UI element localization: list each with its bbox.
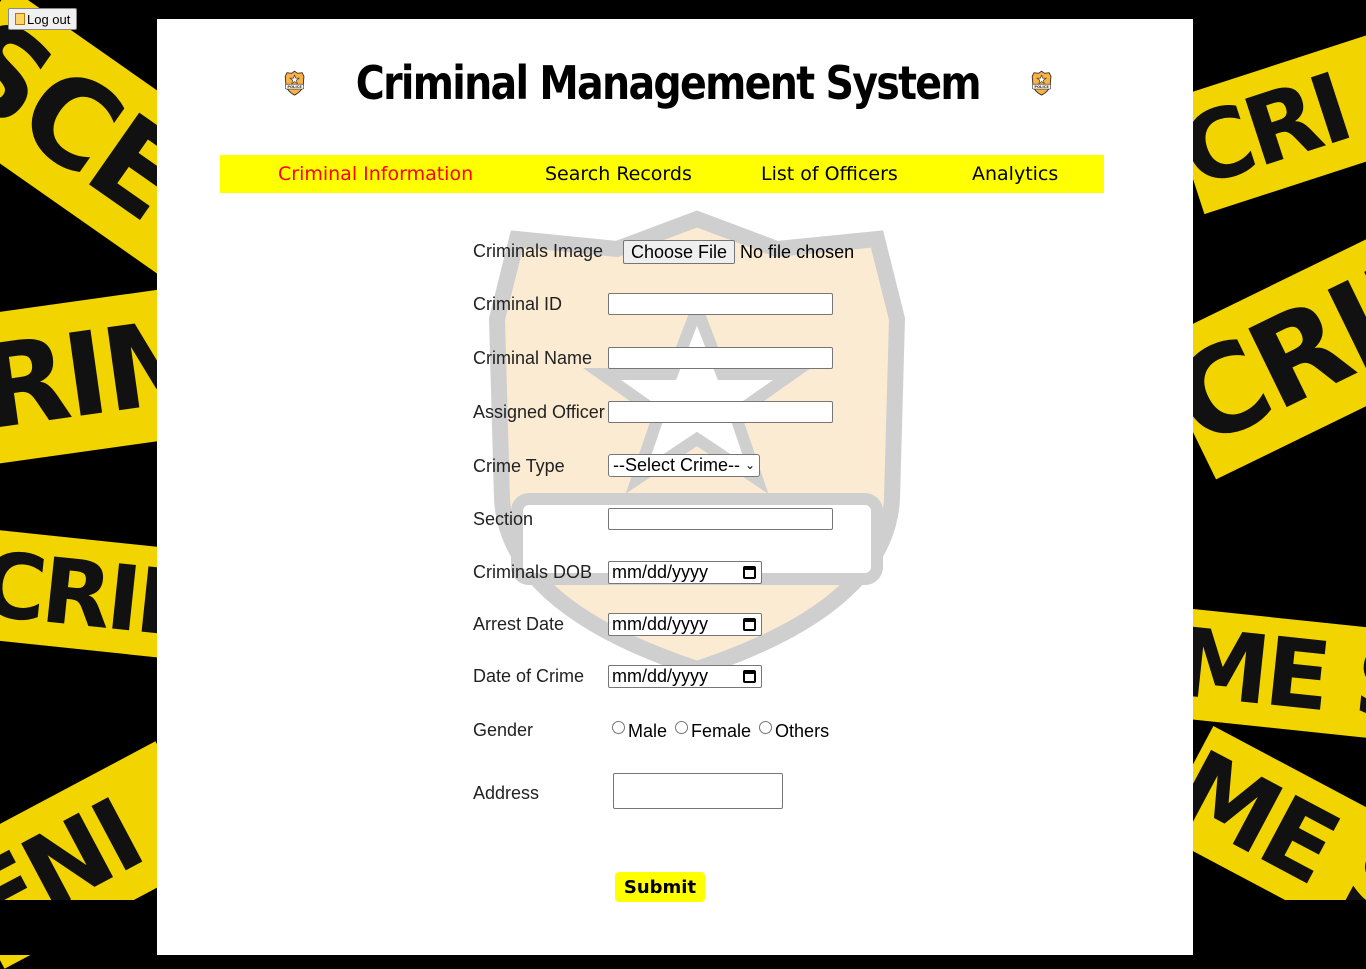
gender-male-option[interactable]: Male <box>612 721 667 742</box>
label-assigned-officer: Assigned Officer <box>473 402 605 422</box>
label-address: Address <box>473 783 540 803</box>
criminal-name-input[interactable] <box>608 347 833 369</box>
police-badge-watermark-icon <box>488 210 906 678</box>
logout-icon <box>15 13 25 25</box>
radio-button[interactable] <box>612 721 625 734</box>
chevron-down-icon: ⌄ <box>744 458 755 472</box>
label-date-of-crime: Date of Crime <box>473 666 585 686</box>
date-placeholder: mm/dd/yyyy <box>612 562 709 582</box>
nav-analytics[interactable]: Analytics <box>972 163 1058 185</box>
radio-button[interactable] <box>675 721 689 734</box>
criminal-image-file-input[interactable]: Choose File No file chosen <box>623 240 854 264</box>
assigned-officer-input[interactable] <box>608 401 833 423</box>
date-of-crime-input[interactable]: mm/dd/yyyy <box>608 665 762 688</box>
radio-button[interactable] <box>759 721 773 734</box>
svg-text:POLICE: POLICE <box>1034 85 1049 89</box>
label-crime-type: Crime Type <box>473 456 565 476</box>
submit-button[interactable]: Submit <box>615 872 705 902</box>
nav-criminal-information[interactable]: Criminal Information <box>278 163 473 185</box>
crime-type-select[interactable]: --Select Crime-- ⌄ <box>608 454 760 477</box>
label-gender: Gender <box>473 720 534 740</box>
crime-tape-5: CRI <box>1167 25 1366 215</box>
police-badge-icon: POLICE <box>1031 70 1052 96</box>
gender-female-option[interactable]: Female <box>675 721 751 742</box>
main-nav: Criminal Information Search Records List… <box>220 155 1104 193</box>
calendar-icon[interactable] <box>743 566 756 579</box>
choose-file-button[interactable]: Choose File <box>623 240 736 264</box>
crime-type-value: --Select Crime-- <box>613 455 741 475</box>
nav-list-of-officers[interactable]: List of Officers <box>761 163 898 185</box>
section-input[interactable] <box>608 508 833 530</box>
file-status: No file chosen <box>740 241 855 262</box>
main-panel: POLICE Criminal Management System POLICE… <box>157 19 1193 955</box>
police-badge-icon: POLICE <box>284 70 305 96</box>
criminal-id-input[interactable] <box>608 293 833 315</box>
gender-radio-group: Male Female Others <box>612 721 837 742</box>
logout-label: Log out <box>27 11 71 27</box>
gender-female-label: Female <box>691 721 752 741</box>
label-criminal-name: Criminal Name <box>473 348 593 368</box>
label-section: Section <box>473 509 534 529</box>
date-placeholder: mm/dd/yyyy <box>612 666 709 686</box>
calendar-icon[interactable] <box>743 670 756 683</box>
label-arrest-date: Arrest Date <box>473 614 565 634</box>
label-criminals-image: Criminals Image <box>473 241 604 261</box>
criminals-dob-input[interactable]: mm/dd/yyyy <box>608 561 762 584</box>
page-header: POLICE Criminal Management System POLICE <box>284 41 1052 125</box>
calendar-icon[interactable] <box>743 618 756 631</box>
label-criminal-id: Criminal ID <box>473 294 563 314</box>
address-textarea[interactable] <box>613 773 783 809</box>
label-criminals-dob: Criminals DOB <box>473 562 593 582</box>
arrest-date-input[interactable]: mm/dd/yyyy <box>608 613 762 636</box>
date-placeholder: mm/dd/yyyy <box>612 614 709 634</box>
gender-male-label: Male <box>628 721 668 741</box>
crime-tape-7: ME SC <box>1169 607 1366 743</box>
gender-others-option[interactable]: Others <box>759 721 829 742</box>
nav-search-records[interactable]: Search Records <box>545 163 692 185</box>
page-title: Criminal Management System <box>355 56 982 110</box>
logout-button[interactable]: Log out <box>8 8 78 30</box>
gender-others-label: Others <box>775 721 830 741</box>
svg-text:POLICE: POLICE <box>287 85 302 89</box>
